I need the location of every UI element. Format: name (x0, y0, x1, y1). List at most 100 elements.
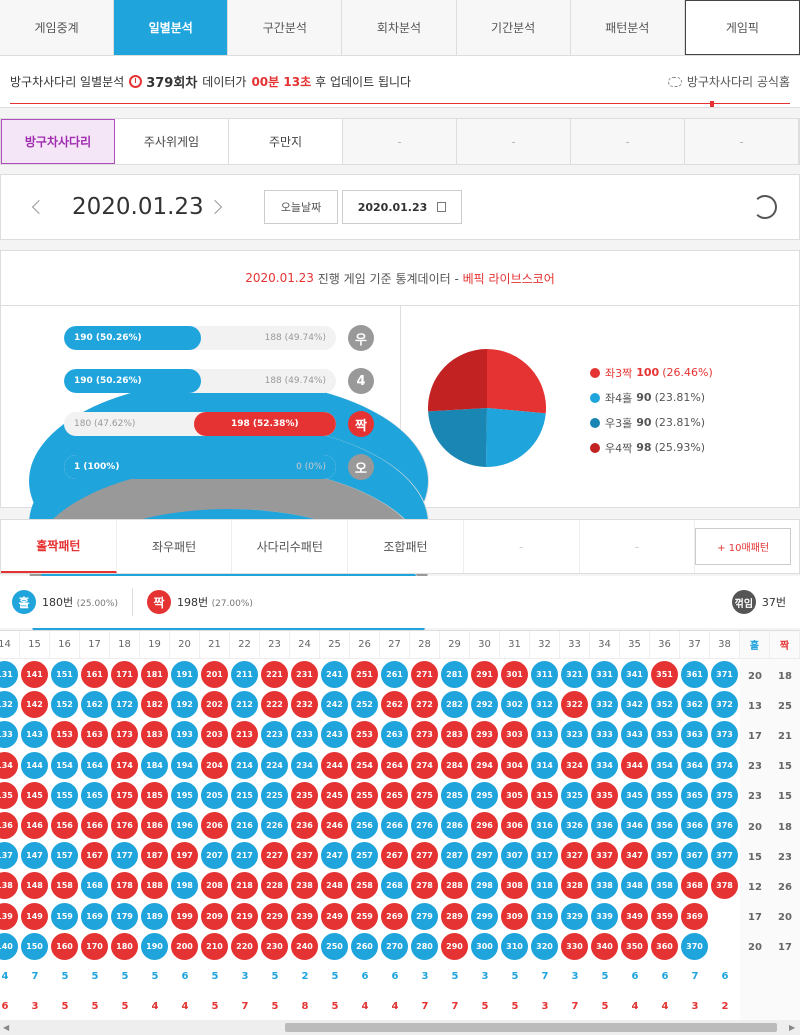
stats-header: 2020.01.23 진행 게임 기준 통계데이터 - 베픽 라이브스코어 (1, 251, 799, 306)
top-tab-3[interactable]: 회차분석 (342, 0, 457, 55)
grid-ball: 296 (471, 812, 498, 839)
grid-total-jjak: 4 (661, 1000, 669, 1012)
grid-ball: 264 (381, 751, 408, 779)
pattern-tab-1[interactable]: 좌우패턴 (117, 520, 233, 573)
scroll-right-icon[interactable]: ▶ (789, 1023, 797, 1032)
top-tab-0[interactable]: 게임중계 (0, 0, 115, 55)
grid-col-header: 24 (290, 631, 320, 659)
top-tab-5[interactable]: 패턴분석 (570, 0, 685, 55)
date-input[interactable]: 2020.01.23 (342, 190, 462, 224)
grid-total-jjak: 8 (301, 1000, 309, 1012)
grid-ball: 229 (261, 902, 288, 930)
pattern-tab-3[interactable]: 조합패턴 (348, 520, 464, 573)
grid-total-jjak: 5 (91, 1000, 99, 1012)
grid-ball: 298 (471, 872, 498, 900)
game-tab-0[interactable]: 방구차사다리 (1, 119, 115, 164)
refresh-icon[interactable] (753, 195, 777, 219)
grid-col-header: 19 (140, 631, 170, 659)
grid-ball: 157 (51, 842, 78, 870)
stat-bar-fill: 190 (50.26%) (64, 369, 201, 393)
grid-ball: 131 (0, 661, 18, 688)
stats-source-link[interactable]: 베픽 라이브스코어 (463, 270, 555, 287)
grid-ball: 235 (291, 781, 318, 809)
grid-column: 24 231 232 233 234 235 236 237 238 239 240 2 8 (290, 631, 320, 1021)
grid-total-jjak: 5 (601, 1000, 609, 1012)
grid-ball: 224 (261, 751, 288, 779)
grid-ball: 246 (321, 812, 348, 839)
grid-ball: 203 (201, 721, 228, 749)
next-date-icon[interactable] (207, 199, 223, 215)
grid-ball: 230 (261, 932, 288, 960)
grid-ball: 317 (531, 842, 558, 870)
grid-ball: 226 (261, 812, 288, 839)
grid-ball: 293 (471, 721, 498, 749)
grid-column: 16 151 152 153 154 155 156 157 158 159 160 5 5 (50, 631, 80, 1021)
grid-ball: 272 (411, 691, 438, 719)
pattern-tab-2[interactable]: 사다리수패턴 (232, 520, 349, 573)
ten-pattern-button[interactable]: + 10매패턴 (695, 528, 791, 565)
grid-ball: 373 (711, 721, 738, 749)
grid-ball: 357 (651, 842, 678, 870)
grid-col-header: 14 (0, 631, 20, 659)
grid-ball: 236 (291, 812, 318, 839)
top-tab-4[interactable]: 기간분석 (456, 0, 571, 55)
grid-ball: 142 (21, 691, 48, 719)
stat-bar-fill: 198 (52.38%) (193, 412, 336, 436)
top-tab-2[interactable]: 구간분석 (228, 0, 343, 55)
grid-ball: 181 (141, 661, 168, 688)
top-tab-6[interactable]: 게임픽 (684, 0, 800, 55)
grid-total-hol: 6 (631, 970, 639, 982)
grid-total-hol: 5 (61, 970, 69, 982)
grid-ball: 156 (51, 812, 78, 839)
horizontal-scrollbar[interactable]: ◀ ▶ (0, 1020, 800, 1035)
pattern-tab-0[interactable]: 홀짝패턴 (1, 520, 117, 573)
grid-ball: 222 (261, 691, 288, 719)
grid-total-jjak: 5 (331, 1000, 339, 1012)
grid-col-header: 26 (350, 631, 380, 659)
legend-label: 우3홀 (605, 416, 633, 430)
scroll-left-icon[interactable]: ◀ (3, 1023, 11, 1032)
grid-side-count: 20 (748, 670, 762, 682)
game-tab-1[interactable]: 주사위게임 (115, 119, 229, 164)
grid-ball: 137 (0, 842, 18, 870)
legend-pct: (26.46%) (662, 366, 713, 379)
grid-side-count: 17 (778, 942, 792, 954)
grid-ball: 362 (681, 691, 708, 719)
grid-ball: 223 (261, 721, 288, 749)
grid-ball: 277 (411, 842, 438, 870)
grid-ball: 165 (81, 781, 108, 809)
grid-col-header: 38 (710, 631, 740, 659)
grid-ball: 299 (471, 902, 498, 930)
today-button[interactable]: 오늘날짜 (264, 190, 338, 224)
grid-ball: 185 (141, 781, 168, 809)
grid-side-count: 18 (778, 670, 792, 682)
grid-ball: 169 (81, 902, 108, 930)
grid-side-count: 13 (748, 700, 762, 712)
legend-dot (590, 417, 600, 428)
grid-side-count: 18 (778, 821, 792, 833)
grid-ball: 323 (561, 721, 588, 749)
stat-row: 3190 (50.26%)188 (49.74%)4 (29, 368, 429, 625)
grid-ball: 285 (441, 781, 468, 809)
legend-dot (590, 442, 600, 453)
grid-total-hol: 5 (91, 970, 99, 982)
grid-ball: 210 (201, 932, 228, 960)
grid-ball: 184 (141, 751, 168, 779)
stats-date: 2020.01.23 (245, 271, 314, 285)
hol-pct: (25.00%) (76, 599, 118, 609)
stat-bar-rest: 180 (47.62%) (74, 419, 136, 429)
grid-ball: 335 (591, 781, 618, 809)
scroll-thumb[interactable] (285, 1023, 777, 1032)
grid-total-hol: 6 (661, 970, 669, 982)
game-tab-2[interactable]: 주만지 (229, 119, 343, 164)
stat-bar: 1 (100%) 0 (0%) (64, 455, 336, 479)
grid-ball: 208 (201, 872, 228, 900)
prev-date-icon[interactable] (31, 199, 47, 215)
top-tab-1[interactable]: 일별분석 (114, 0, 229, 55)
official-home-link[interactable]: 방구차사다리 공식홈 (667, 73, 790, 90)
grid-ball: 371 (711, 661, 738, 688)
grid-ball: 304 (501, 751, 528, 779)
grid-column: 18 171 172 173 174 175 176 177 178 179 180 5 5 (110, 631, 140, 1021)
grid-ball: 262 (381, 691, 408, 719)
grid-column: 33 321 322 323 324 325 326 327 328 329 330 3 7 (560, 631, 590, 1021)
